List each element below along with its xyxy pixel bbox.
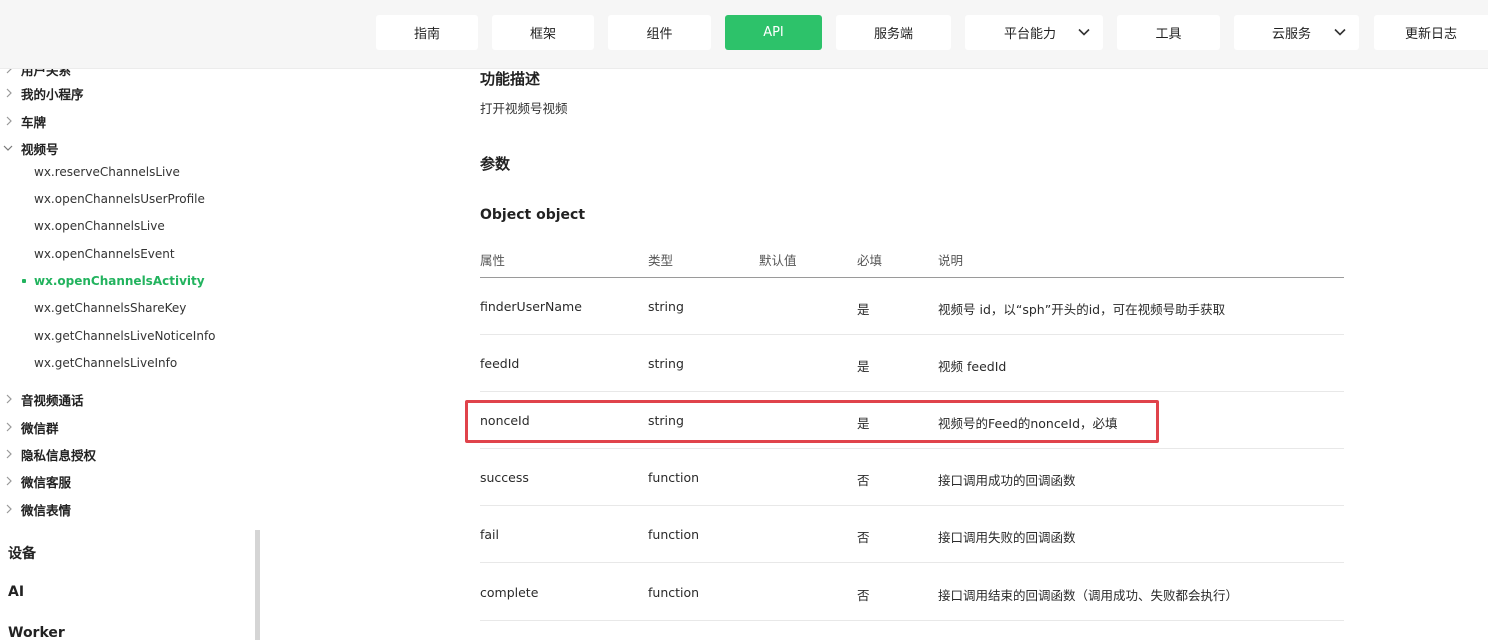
nav-components[interactable]: 组件 xyxy=(608,15,711,50)
sidebar-item-label: 微信客服 xyxy=(21,474,72,490)
cell-required: 是 xyxy=(857,359,870,374)
sidebar-subitem[interactable]: wx.openChannelsLive xyxy=(34,216,165,236)
table-row: fail function 否 接口调用失败的回调函数 xyxy=(480,506,1344,563)
top-nav: 指南 框架 组件 API 服务端 平台能力 工具 云服务 更新日志 xyxy=(0,0,1488,69)
nav-tools[interactable]: 工具 xyxy=(1117,15,1220,50)
sidebar-item-label: 微信表情 xyxy=(21,502,72,518)
chevron-down-icon xyxy=(3,145,13,151)
cell-desc: 接口调用失败的回调函数 xyxy=(938,530,1076,545)
cell-desc: 视频 feedId xyxy=(938,359,1007,374)
sidebar-item-label: 隐私信息授权 xyxy=(21,447,97,463)
sidebar-subitem[interactable]: wx.getChannelsLiveInfo xyxy=(34,353,177,373)
chevron-right-icon xyxy=(6,449,12,459)
main-content: 功能描述 打开视频号视频 参数 Object object 属性 类型 默认值 … xyxy=(460,69,1488,640)
sidebar-subitem-label: wx.openChannelsActivity xyxy=(34,274,205,288)
active-dot-icon xyxy=(22,279,26,283)
params-heading: 参数 xyxy=(480,155,511,173)
cell-required: 否 xyxy=(857,588,870,603)
cell-required: 是 xyxy=(857,302,870,317)
sidebar-category-device[interactable]: 设备 xyxy=(8,543,36,563)
sidebar-subitem[interactable]: wx.reserveChannelsLive xyxy=(34,162,180,182)
cell-type: string xyxy=(648,356,684,371)
nav-changelog[interactable]: 更新日志 xyxy=(1374,15,1488,50)
sidebar-subitem[interactable]: wx.getChannelsLiveNoticeInfo xyxy=(34,326,216,346)
cell-name: fail xyxy=(480,527,500,542)
sidebar-subitem-active[interactable]: wx.openChannelsActivity xyxy=(22,271,205,291)
sidebar-scrollbar[interactable] xyxy=(255,530,260,640)
func-description: 打开视频号视频 xyxy=(480,101,568,116)
sidebar-subitem[interactable]: wx.openChannelsUserProfile xyxy=(34,189,205,209)
cell-name: feedId xyxy=(480,356,520,371)
nav-platform[interactable]: 平台能力 xyxy=(965,15,1103,50)
chevron-right-icon xyxy=(6,394,12,404)
highlight-box xyxy=(465,400,1159,443)
sidebar-item-label: 用户关系 xyxy=(21,69,72,78)
object-heading: Object object xyxy=(480,207,586,223)
cell-desc: 视频号 id，以“sph”开头的id，可在视频号助手获取 xyxy=(938,302,1226,317)
sidebar-item-label: 车牌 xyxy=(21,114,47,130)
cell-type: string xyxy=(648,299,684,314)
nav-cloud-label: 云服务 xyxy=(1272,27,1312,42)
nav-cloud[interactable]: 云服务 xyxy=(1234,15,1359,50)
cell-required: 否 xyxy=(857,530,870,545)
cell-name: complete xyxy=(480,585,539,600)
sidebar-item-label: 微信群 xyxy=(21,420,59,436)
chevron-down-icon xyxy=(1078,28,1090,36)
cell-required: 否 xyxy=(857,473,870,488)
table-header-attr: 属性 xyxy=(480,253,506,268)
chevron-right-icon xyxy=(6,69,12,74)
chevron-right-icon xyxy=(6,116,12,126)
chevron-right-icon xyxy=(6,476,12,486)
sidebar-subitem[interactable]: wx.openChannelsEvent xyxy=(34,244,175,264)
sidebar-category-worker[interactable]: Worker xyxy=(8,625,65,640)
sidebar: 用户关系 我的小程序 车牌 视频号 wx.reserveChannelsLive… xyxy=(0,69,255,640)
cell-name: success xyxy=(480,470,529,485)
nav-guide[interactable]: 指南 xyxy=(376,15,478,50)
cell-type: function xyxy=(648,585,700,600)
table-header-default: 默认值 xyxy=(759,253,797,268)
table-row: complete function 否 接口调用结束的回调函数（调用成功、失败都… xyxy=(480,563,1344,621)
table-row: finderUserName string 是 视频号 id，以“sph”开头的… xyxy=(480,278,1344,335)
nav-server[interactable]: 服务端 xyxy=(836,15,951,50)
sidebar-item-label: 视频号 xyxy=(21,141,59,157)
table-header-desc: 说明 xyxy=(938,253,964,268)
sidebar-item-label: 音视频通话 xyxy=(21,392,84,408)
sidebar-item-label: 我的小程序 xyxy=(21,86,84,102)
cell-name: finderUserName xyxy=(480,299,582,314)
chevron-right-icon xyxy=(6,422,12,432)
cell-desc: 接口调用成功的回调函数 xyxy=(938,473,1076,488)
cell-type: function xyxy=(648,527,700,542)
table-row: feedId string 是 视频 feedId xyxy=(480,335,1344,392)
chevron-right-icon xyxy=(6,88,12,98)
cell-desc: 接口调用结束的回调函数（调用成功、失败都会执行） xyxy=(938,588,1239,603)
table-row: success function 否 接口调用成功的回调函数 xyxy=(480,449,1344,506)
table-header-type: 类型 xyxy=(648,253,674,268)
chevron-down-icon xyxy=(1334,28,1346,36)
chevron-right-icon xyxy=(6,504,12,514)
sidebar-subitem[interactable]: wx.getChannelsShareKey xyxy=(34,298,186,318)
nav-api[interactable]: API xyxy=(725,15,822,50)
sidebar-category-ai[interactable]: AI xyxy=(8,584,24,600)
nav-platform-label: 平台能力 xyxy=(1004,27,1057,42)
func-heading: 功能描述 xyxy=(480,70,541,88)
table-header-required: 必填 xyxy=(857,253,883,268)
nav-framework[interactable]: 框架 xyxy=(492,15,594,50)
cell-type: function xyxy=(648,470,700,485)
